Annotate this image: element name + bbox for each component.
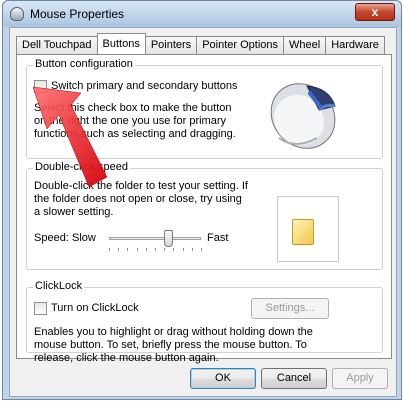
- slider-tick: [109, 248, 110, 251]
- double-click-description: Double-click the folder to test your set…: [34, 180, 248, 218]
- fast-label: Fast: [207, 232, 229, 244]
- switch-buttons-label[interactable]: Switch primary and secondary buttons: [51, 80, 237, 92]
- button-configuration-group: Button configuration Switch primary and …: [26, 58, 383, 159]
- slider-tick: [127, 248, 129, 251]
- slider-tick: [191, 248, 193, 251]
- double-click-speed-group: Double-click speed Double-click the fold…: [26, 161, 383, 270]
- slider-tick: [164, 248, 166, 251]
- close-button[interactable]: x: [355, 3, 395, 21]
- title-bar[interactable]: Mouse Properties x: [3, 1, 401, 27]
- window-title: Mouse Properties: [30, 7, 125, 21]
- slider-tick: [118, 248, 120, 251]
- button-configuration-description: Select this check box to make the button…: [34, 102, 236, 140]
- clicklock-title: ClickLock: [33, 280, 85, 292]
- slow-label: Slow: [72, 232, 96, 244]
- slider-tick: [201, 248, 202, 251]
- slider-tick: [182, 248, 184, 251]
- button-configuration-title: Button configuration: [33, 58, 135, 70]
- slider-tick: [155, 248, 156, 251]
- tab-hardware[interactable]: Hardware: [325, 36, 385, 54]
- apply-button[interactable]: Apply: [332, 368, 388, 389]
- buttons-tab-panel: Button configuration Switch primary and …: [16, 54, 392, 364]
- double-click-speed-slider-thumb[interactable]: [163, 230, 173, 247]
- mouse-icon: [270, 83, 336, 149]
- clicklock-checkbox[interactable]: [34, 302, 47, 315]
- slider-tick: [173, 248, 175, 251]
- clicklock-description: Enables you to highlight or drag without…: [34, 326, 313, 364]
- tab-strip: Dell Touchpad Buttons Pointers Pointer O…: [16, 33, 385, 55]
- clicklock-group: ClickLock Turn on ClickLock Settings... …: [26, 280, 383, 364]
- tab-wheel[interactable]: Wheel: [283, 36, 327, 54]
- switch-buttons-checkbox[interactable]: [34, 80, 47, 93]
- slider-tick: [136, 248, 138, 251]
- ok-button[interactable]: OK: [190, 368, 256, 389]
- tab-buttons[interactable]: Buttons: [96, 33, 146, 54]
- tab-pointers[interactable]: Pointers: [144, 36, 198, 54]
- double-click-speed-slider-track[interactable]: [109, 237, 201, 240]
- clicklock-settings-button[interactable]: Settings...: [251, 298, 329, 319]
- clicklock-label[interactable]: Turn on ClickLock: [51, 302, 139, 314]
- mouse-properties-window: Mouse Properties x Dell Touchpad Buttons…: [2, 0, 402, 400]
- slider-tick: [145, 248, 147, 251]
- dialog-client-area: Dell Touchpad Buttons Pointers Pointer O…: [9, 27, 397, 397]
- cancel-button[interactable]: Cancel: [261, 368, 327, 389]
- tab-pointer-options[interactable]: Pointer Options: [196, 36, 285, 54]
- tab-dell-touchpad[interactable]: Dell Touchpad: [16, 36, 98, 54]
- double-click-speed-title: Double-click speed: [33, 161, 130, 173]
- mouse-icon: [10, 7, 24, 21]
- test-folder-area[interactable]: [277, 196, 339, 262]
- speed-label: Speed:: [34, 232, 69, 244]
- folder-icon[interactable]: [292, 219, 314, 245]
